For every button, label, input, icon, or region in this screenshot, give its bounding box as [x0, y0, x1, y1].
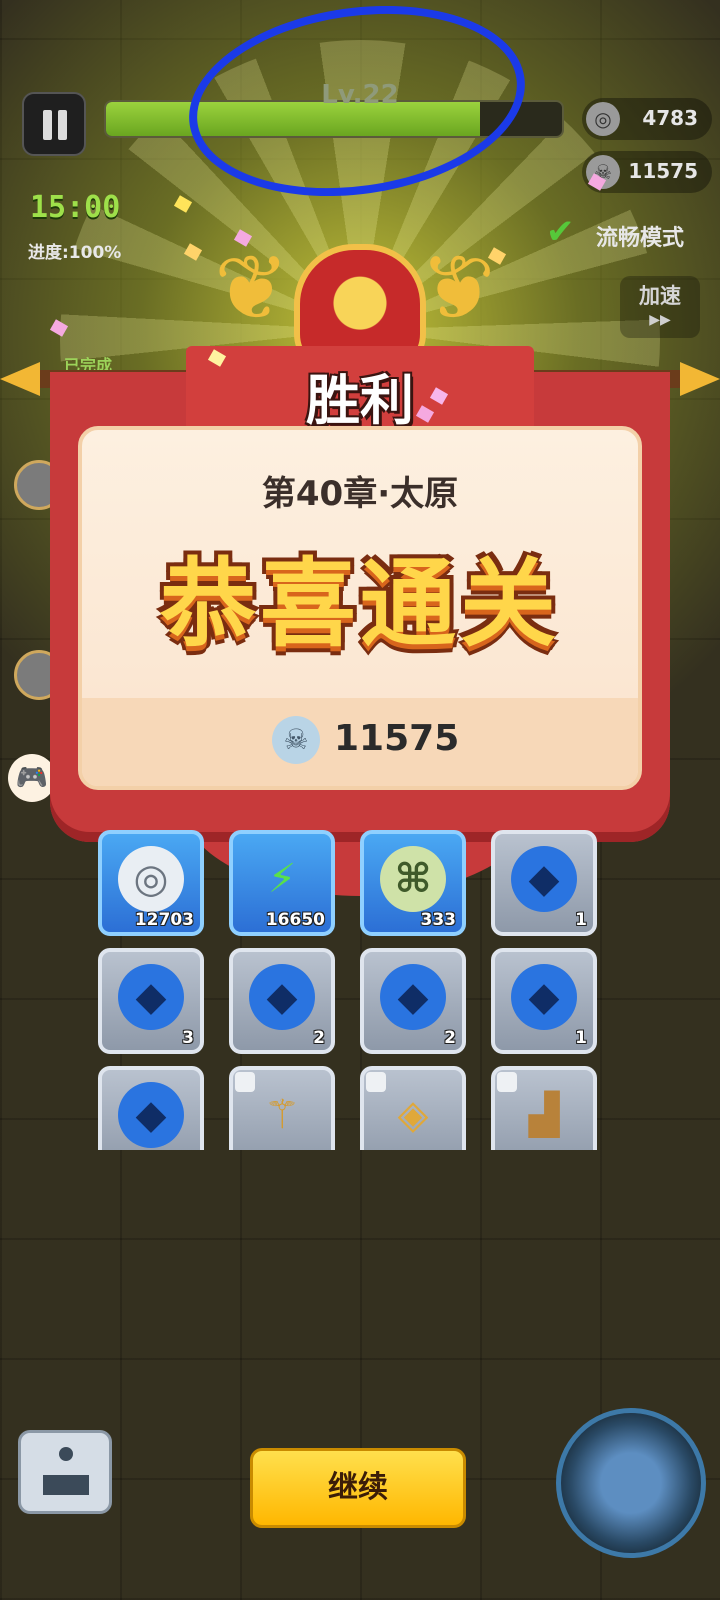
speed-up-label: 加速 [639, 284, 681, 308]
sword-gem-icon: ◆ [118, 1082, 184, 1148]
reward-item[interactable]: ◆ [98, 1066, 204, 1150]
reward-count: 2 [444, 1028, 456, 1048]
reward-count: 333 [420, 910, 457, 930]
silver-coin-icon: ◎ [118, 846, 184, 912]
chapter-label: 第40章·太原 [261, 474, 459, 514]
equipment-slot-tag-icon [235, 1072, 255, 1092]
reward-item[interactable]: ⌘ 333 [360, 830, 466, 936]
reward-item[interactable]: ◈ [360, 1066, 466, 1150]
boots-icon: ▟ [528, 1092, 560, 1138]
pause-button[interactable] [22, 92, 86, 156]
smooth-mode-toggle[interactable]: ✔ 流畅模式 [546, 212, 685, 252]
reward-item[interactable]: ◆ 1 [491, 948, 597, 1054]
podium-base-icon [43, 1475, 89, 1495]
skull-icon: ☠ [272, 716, 320, 764]
victory-panel: 第40章·太原 恭喜通关 ☠ 11575 [78, 426, 642, 790]
speed-up-button[interactable]: 加速 ▶▶ [620, 276, 700, 338]
reward-item[interactable]: ◆ 2 [360, 948, 466, 1054]
equipment-slot-tag-icon [497, 1072, 517, 1092]
progress-label: 进度:100% [28, 243, 122, 263]
reward-grid: ◎ 12703 ⚡ 16650 ⌘ 333 ◆ 1 ◆ 3 ◆ 2 ◆ 2 ◆ 1 ◆ ⚚ ◈ ▟ [98, 830, 610, 1150]
boot-gem-icon: ◆ [380, 964, 446, 1030]
reward-item[interactable]: ▟ [491, 1066, 597, 1150]
armor-gem-icon: ◆ [511, 964, 577, 1030]
equipment-slot-tag-icon [366, 1072, 386, 1092]
kill-summary-value: 11575 [334, 718, 460, 759]
reward-item[interactable]: ◆ 1 [491, 830, 597, 936]
smooth-mode-label: 流畅模式 [596, 226, 685, 251]
victory-title: 胜利 [306, 369, 414, 432]
leaderboard-button[interactable] [18, 1430, 112, 1514]
reward-count: 3 [182, 1028, 194, 1048]
kill-summary: ☠ 11575 [82, 698, 638, 786]
right-laurel-icon: ❦ [420, 236, 496, 341]
reward-item[interactable]: ⚡ 16650 [229, 830, 335, 936]
podium-icon [59, 1447, 73, 1461]
gamepad-icon[interactable]: 🎮 [8, 754, 56, 802]
left-laurel-icon: ❦ [214, 236, 290, 341]
golden-staff-icon: ⚚ [264, 1092, 300, 1138]
reward-item[interactable]: ◆ 3 [98, 948, 204, 1054]
medal-gem-icon: ◆ [118, 964, 184, 1030]
reward-item[interactable]: ◎ 12703 [98, 830, 204, 936]
continue-button[interactable]: 继续 [250, 1448, 466, 1528]
reward-item[interactable]: ⚚ [229, 1066, 335, 1150]
reward-count: 2 [313, 1028, 325, 1048]
reward-count: 1 [575, 910, 587, 930]
reward-count: 12703 [134, 910, 194, 930]
glove-gem-icon: ◆ [249, 964, 315, 1030]
coin-value: 4783 [642, 106, 698, 130]
coin-counter: ◎ 4783 [582, 98, 712, 140]
golden-armor-icon: ◈ [397, 1092, 429, 1138]
scroll-icon: ⌘ [380, 846, 446, 912]
checkmark-icon: ✔ [546, 212, 575, 252]
stage-timer: 15:00 [30, 190, 121, 225]
congrats-title: 恭喜通关 [160, 548, 560, 660]
helmet-gem-icon: ◆ [511, 846, 577, 912]
coin-icon: ◎ [586, 102, 620, 136]
reward-count: 1 [575, 1028, 587, 1048]
reward-item[interactable]: ◆ 2 [229, 948, 335, 1054]
skill-button[interactable] [556, 1408, 706, 1558]
lightning-icon: ⚡ [267, 856, 297, 902]
kill-value: 11575 [628, 159, 698, 183]
fast-forward-icon: ▶▶ [649, 312, 671, 328]
reward-count: 16650 [265, 910, 325, 930]
